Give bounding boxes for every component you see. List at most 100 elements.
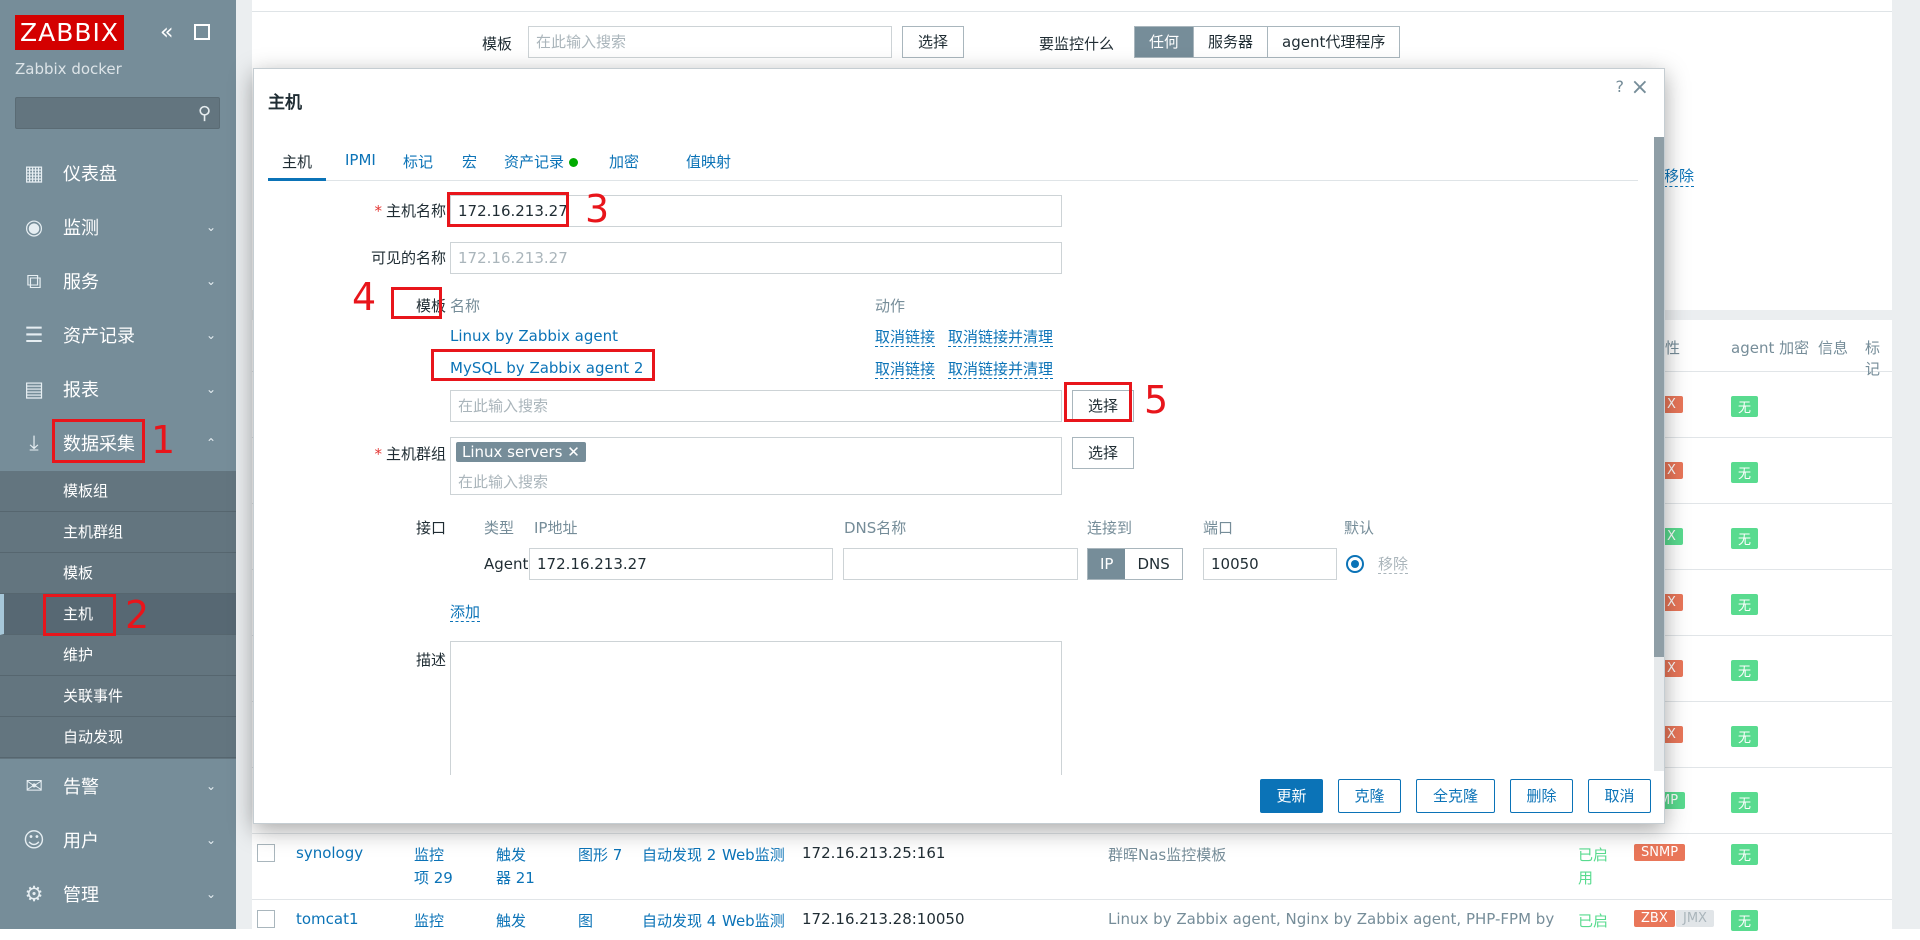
submenu-hosts[interactable]: 主机 <box>0 594 236 635</box>
nav-alerts[interactable]: ✉ 告警 ⌄ <box>0 759 236 813</box>
connect-ip-option[interactable]: IP <box>1088 549 1126 579</box>
monitor-option-proxy[interactable]: agent代理程序 <box>1267 27 1399 57</box>
kiosk-mode-icon[interactable] <box>194 24 210 40</box>
nav-monitoring[interactable]: ◉ 监测 ⌄ <box>0 200 236 254</box>
templates-list[interactable]: Linux by Zabbix agent, Nginx by Zabbix a… <box>1108 910 1554 928</box>
nav-administration[interactable]: ⚙ 管理 ⌄ <box>0 867 236 921</box>
visible-name-label: 可见的名称 <box>370 249 446 267</box>
web-link[interactable]: Web监测 <box>722 910 785 931</box>
collapse-sidebar-icon[interactable]: « <box>160 20 173 45</box>
items-link[interactable]: 监控项 29 <box>414 844 456 890</box>
nav-dashboard[interactable]: ▦ 仪表盘 <box>0 146 236 200</box>
tab-inventory[interactable]: 资产记录 <box>504 151 579 181</box>
tab-macros[interactable]: 宏 <box>462 151 477 181</box>
close-icon[interactable]: × <box>1631 75 1649 100</box>
tab-value-mapping[interactable]: 值映射 <box>686 151 731 181</box>
tab-ipmi[interactable]: IPMI <box>345 151 376 181</box>
search-icon[interactable]: ⚲ <box>198 103 211 124</box>
templates-list[interactable]: 群晖Nas监控模板 <box>1108 844 1226 865</box>
filter-template-label: 模板 <box>482 35 513 53</box>
tab-host[interactable]: 主机 <box>268 151 327 181</box>
dialog-tabs: 主机 IPMI 标记 宏 资产记录 加密 值映射 <box>268 151 1638 181</box>
chevron-down-icon: ⌄ <box>205 833 216 847</box>
full-clone-button[interactable]: 全克隆 <box>1416 779 1495 813</box>
nav-inventory-label: 资产记录 <box>63 326 135 347</box>
nav-services-label: 服务 <box>63 272 99 293</box>
submenu-event-correlation[interactable]: 关联事件 <box>0 676 236 717</box>
nav-services[interactable]: ⧉ 服务 ⌄ <box>0 254 236 308</box>
graphs-link[interactable]: 图 <box>578 910 593 931</box>
status-enabled[interactable]: 已启用 <box>1578 844 1612 890</box>
clone-button[interactable]: 克隆 <box>1338 779 1401 813</box>
help-icon[interactable]: ? <box>1616 77 1625 96</box>
delete-button[interactable]: 删除 <box>1510 779 1573 813</box>
unlink-clear-linux-link[interactable]: 取消链接并清理 <box>948 328 1054 347</box>
header-availability[interactable]: 性 <box>1665 337 1680 358</box>
filter-template-input[interactable]: 在此输入搜索 <box>528 26 892 58</box>
update-button[interactable]: 更新 <box>1260 779 1323 813</box>
nav-monitoring-label: 监测 <box>63 218 99 239</box>
unlink-linux-link[interactable]: 取消链接 <box>875 328 936 347</box>
row-checkbox[interactable] <box>257 910 275 928</box>
tab-tags[interactable]: 标记 <box>403 151 433 181</box>
sidebar: ZABBIX « Zabbix docker ⚲ ▦ 仪表盘 ◉ 监测 ⌄ ⧉ … <box>0 0 236 929</box>
template-search-input[interactable]: 在此输入搜索 <box>450 390 1062 422</box>
header-agent-encryption[interactable]: agent 加密 <box>1731 337 1809 358</box>
unlink-mysql-link[interactable]: 取消链接 <box>875 360 936 379</box>
template-link-linux[interactable]: Linux by Zabbix agent <box>450 327 618 345</box>
tab-encryption[interactable]: 加密 <box>609 151 639 181</box>
nav-inventory[interactable]: ☰ 资产记录 ⌄ <box>0 308 236 362</box>
iface-remove-link[interactable]: 移除 <box>1378 555 1409 574</box>
discovery-link[interactable]: 自动发现 2 <box>642 844 716 865</box>
iface-port-input[interactable]: 10050 <box>1203 548 1337 580</box>
iface-ip-input[interactable]: 172.16.213.27 <box>529 548 833 580</box>
cancel-button[interactable]: 取消 <box>1588 779 1651 813</box>
dialog-scrollbar-thumb[interactable] <box>1654 137 1664 657</box>
submenu-templates[interactable]: 模板 <box>0 553 236 594</box>
encryption-badge: 无 <box>1731 844 1759 865</box>
mail-icon: ✉ <box>25 774 43 798</box>
unlink-clear-mysql-link[interactable]: 取消链接并清理 <box>948 360 1054 379</box>
submenu-maintenance[interactable]: 维护 <box>0 635 236 676</box>
groups-select-button[interactable]: 选择 <box>1072 437 1134 469</box>
host-groups-multiselect[interactable]: Linux servers ✕ 在此输入搜索 <box>450 437 1062 495</box>
triggers-link[interactable]: 触发器 21 <box>496 844 538 890</box>
chevron-down-icon: ⌄ <box>205 220 216 234</box>
default-radio[interactable] <box>1346 555 1364 573</box>
server-name: Zabbix docker <box>15 60 122 78</box>
connect-dns-option[interactable]: DNS <box>1125 549 1181 579</box>
submenu-template-groups[interactable]: 模板组 <box>0 471 236 512</box>
graphs-link[interactable]: 图形 7 <box>578 844 622 865</box>
monitor-option-server[interactable]: 服务器 <box>1193 27 1267 57</box>
monitor-option-any[interactable]: 任何 <box>1135 27 1194 57</box>
interface-address: 172.16.213.28:10050 <box>802 910 965 928</box>
submenu-host-groups[interactable]: 主机群组 <box>0 512 236 553</box>
remove-chip-icon[interactable]: ✕ <box>567 443 580 461</box>
filter-remove-link[interactable]: 移除 <box>1664 165 1695 187</box>
filter-template-select-button[interactable]: 选择 <box>902 26 964 58</box>
host-name-link[interactable]: tomcat1 <box>296 910 359 928</box>
iface-type: Agent <box>484 555 529 573</box>
description-textarea[interactable] <box>450 641 1062 775</box>
groups-search-placeholder[interactable]: 在此输入搜索 <box>458 471 548 492</box>
nav-reports-label: 报表 <box>63 380 99 401</box>
description-label: 描述 <box>415 651 446 669</box>
add-interface-link[interactable]: 添加 <box>450 603 481 622</box>
nav-users[interactable]: ☺ 用户 ⌄ <box>0 813 236 867</box>
items-link[interactable]: 监控 <box>414 910 444 931</box>
iface-dns-input[interactable] <box>843 548 1078 580</box>
row-checkbox[interactable] <box>257 844 275 862</box>
header-info[interactable]: 信息 <box>1818 337 1848 358</box>
status-enabled[interactable]: 已启 <box>1578 910 1608 931</box>
nav-reports[interactable]: ▤ 报表 ⌄ <box>0 362 236 416</box>
host-name-link[interactable]: synology <box>296 844 363 862</box>
zabbix-logo[interactable]: ZABBIX <box>15 15 125 50</box>
annotation-number-5: 5 <box>1144 378 1169 422</box>
visible-name-input[interactable]: 172.16.213.27 <box>450 242 1062 274</box>
discovery-link[interactable]: 自动发现 4 <box>642 910 716 931</box>
sidebar-search-input[interactable]: ⚲ <box>15 97 220 129</box>
triggers-link[interactable]: 触发 <box>496 910 526 931</box>
web-link[interactable]: Web监测 <box>722 844 785 865</box>
services-icon: ⧉ <box>26 268 42 293</box>
submenu-discovery[interactable]: 自动发现 <box>0 717 236 758</box>
